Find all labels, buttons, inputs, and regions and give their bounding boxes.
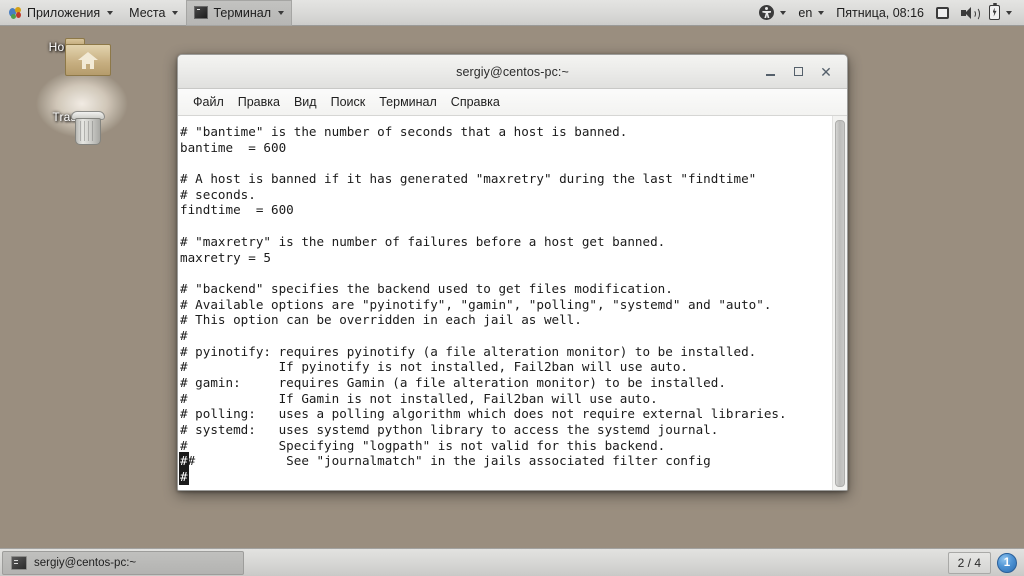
terminal-cursor: # [179,468,189,486]
chevron-down-icon [780,10,787,15]
terminal-title: sergiy@centos-pc:~ [456,64,569,79]
terminal-line: # "backend" specifies the backend used t… [180,280,673,296]
volume-icon [961,6,980,21]
universal-access-icon [759,5,775,20]
panel-menu-applications[interactable]: Приложения [0,0,121,26]
accessibility-button[interactable] [753,0,792,26]
terminal-cursor: # [179,452,189,470]
terminal-line: # "bantime" is the number of seconds tha… [180,124,628,139]
notification-badge[interactable]: 1 [997,552,1017,573]
maximize-button[interactable] [785,59,811,85]
minimize-button[interactable] [757,59,783,85]
terminal-output[interactable]: # "bantime" is the number of seconds tha… [178,116,832,490]
terminal-line: # [180,327,188,343]
clock-label: Пятница, 08:16 [836,5,924,20]
menu-item-help[interactable]: Справка [444,89,507,115]
keyboard-layout-button[interactable]: en [792,0,830,26]
terminal-line: # "maxretry" is the number of failures b… [180,233,666,249]
chevron-down-icon [172,10,179,15]
menu-item-view[interactable]: Вид [287,89,324,115]
terminal-body[interactable]: # "bantime" is the number of seconds tha… [178,116,847,490]
terminal-title-bar[interactable]: sergiy@centos-pc:~ ✕ [178,55,847,89]
desktop-icon-trash[interactable]: Trash [25,108,111,145]
terminal-line: # gamin: requires Gamin (a file alterati… [180,375,726,390]
top-panel: Приложения Места Терминал en Пятница, 08… [0,0,1024,26]
bottom-panel-right: 2 / 4 1 [947,551,1024,574]
terminal-line: # A host is banned if it has generated "… [180,171,757,187]
workspace-switcher[interactable]: 2 / 4 [947,551,991,574]
terminal-line: findtime = 600 [180,202,294,218]
terminal-line: # If Gamin is not installed, Fail2ban wi… [180,390,658,406]
top-panel-status-area: en Пятница, 08:16 [753,0,1024,26]
chevron-down-icon [1006,10,1012,15]
battery-icon [989,2,1000,20]
desktop-screen: Приложения Места Терминал en Пятница, 08… [0,0,1024,576]
terminal-menu-bar: Файл Правка Вид Поиск Терминал Справка [178,89,847,116]
chevron-down-icon [278,10,284,15]
close-button[interactable]: ✕ [813,59,839,85]
terminal-window[interactable]: sergiy@centos-pc:~ ✕ Файл Правка Вид Пои… [177,54,848,491]
clock[interactable]: Пятница, 08:16 [830,0,930,26]
gnome-foot-icon [8,6,22,20]
terminal-line: # Available options are "pyinotify", "ga… [180,296,772,312]
panel-menu-applications-label: Приложения [27,5,101,20]
panel-menu-places[interactable]: Места [121,0,186,26]
close-icon: ✕ [820,63,832,80]
terminal-line: # seconds. [180,186,256,202]
terminal-line: # polling: uses a polling algorithm whic… [180,406,787,422]
terminal-icon [11,555,27,570]
chevron-down-icon [107,10,114,15]
menu-item-edit[interactable]: Правка [231,89,287,115]
menu-item-file[interactable]: Файл [186,89,231,115]
panel-menu-terminal[interactable]: Терминал [186,0,292,26]
display-icon [936,6,949,19]
desktop-icon-home[interactable]: Home [22,38,111,76]
bottom-panel: sergiy@centos-pc:~ 2 / 4 1 [0,548,1024,576]
terminal-scrollbar-thumb[interactable] [835,120,845,487]
keyboard-layout-label: en [798,5,813,20]
volume-button[interactable] [955,0,983,26]
window-controls: ✕ [757,55,839,88]
battery-button[interactable] [983,0,1018,26]
terminal-line: # systemd: uses systemd python library t… [180,422,719,438]
minimize-icon [765,74,775,76]
display-button[interactable] [930,0,955,26]
maximize-icon [793,67,803,76]
terminal-icon [194,6,209,19]
menu-item-terminal[interactable]: Терминал [372,89,444,115]
taskbar-item-terminal[interactable]: sergiy@centos-pc:~ [2,550,244,575]
terminal-scrollbar[interactable] [832,116,847,490]
terminal-line: # If pyinotify is not installed, Fail2ba… [180,359,688,375]
terminal-line: # Specifying "logpath" is not valid for … [180,437,666,453]
terminal-line: ## See "journalmatch" in the jails assoc… [179,452,711,470]
taskbar-item-terminal-label: sergiy@centos-pc:~ [34,556,137,569]
terminal-line: bantime = 600 [180,139,287,155]
panel-menu-places-label: Места [129,5,166,20]
terminal-line: # [179,468,832,486]
terminal-line: maxretry = 5 [180,249,271,265]
panel-menu-terminal-label: Терминал [213,5,271,20]
terminal-line: # pyinotify: requires pyinotify (a file … [180,343,757,359]
menu-item-search[interactable]: Поиск [324,89,373,115]
chevron-down-icon [818,10,825,15]
terminal-line: # This option can be overridden in each … [180,312,582,328]
